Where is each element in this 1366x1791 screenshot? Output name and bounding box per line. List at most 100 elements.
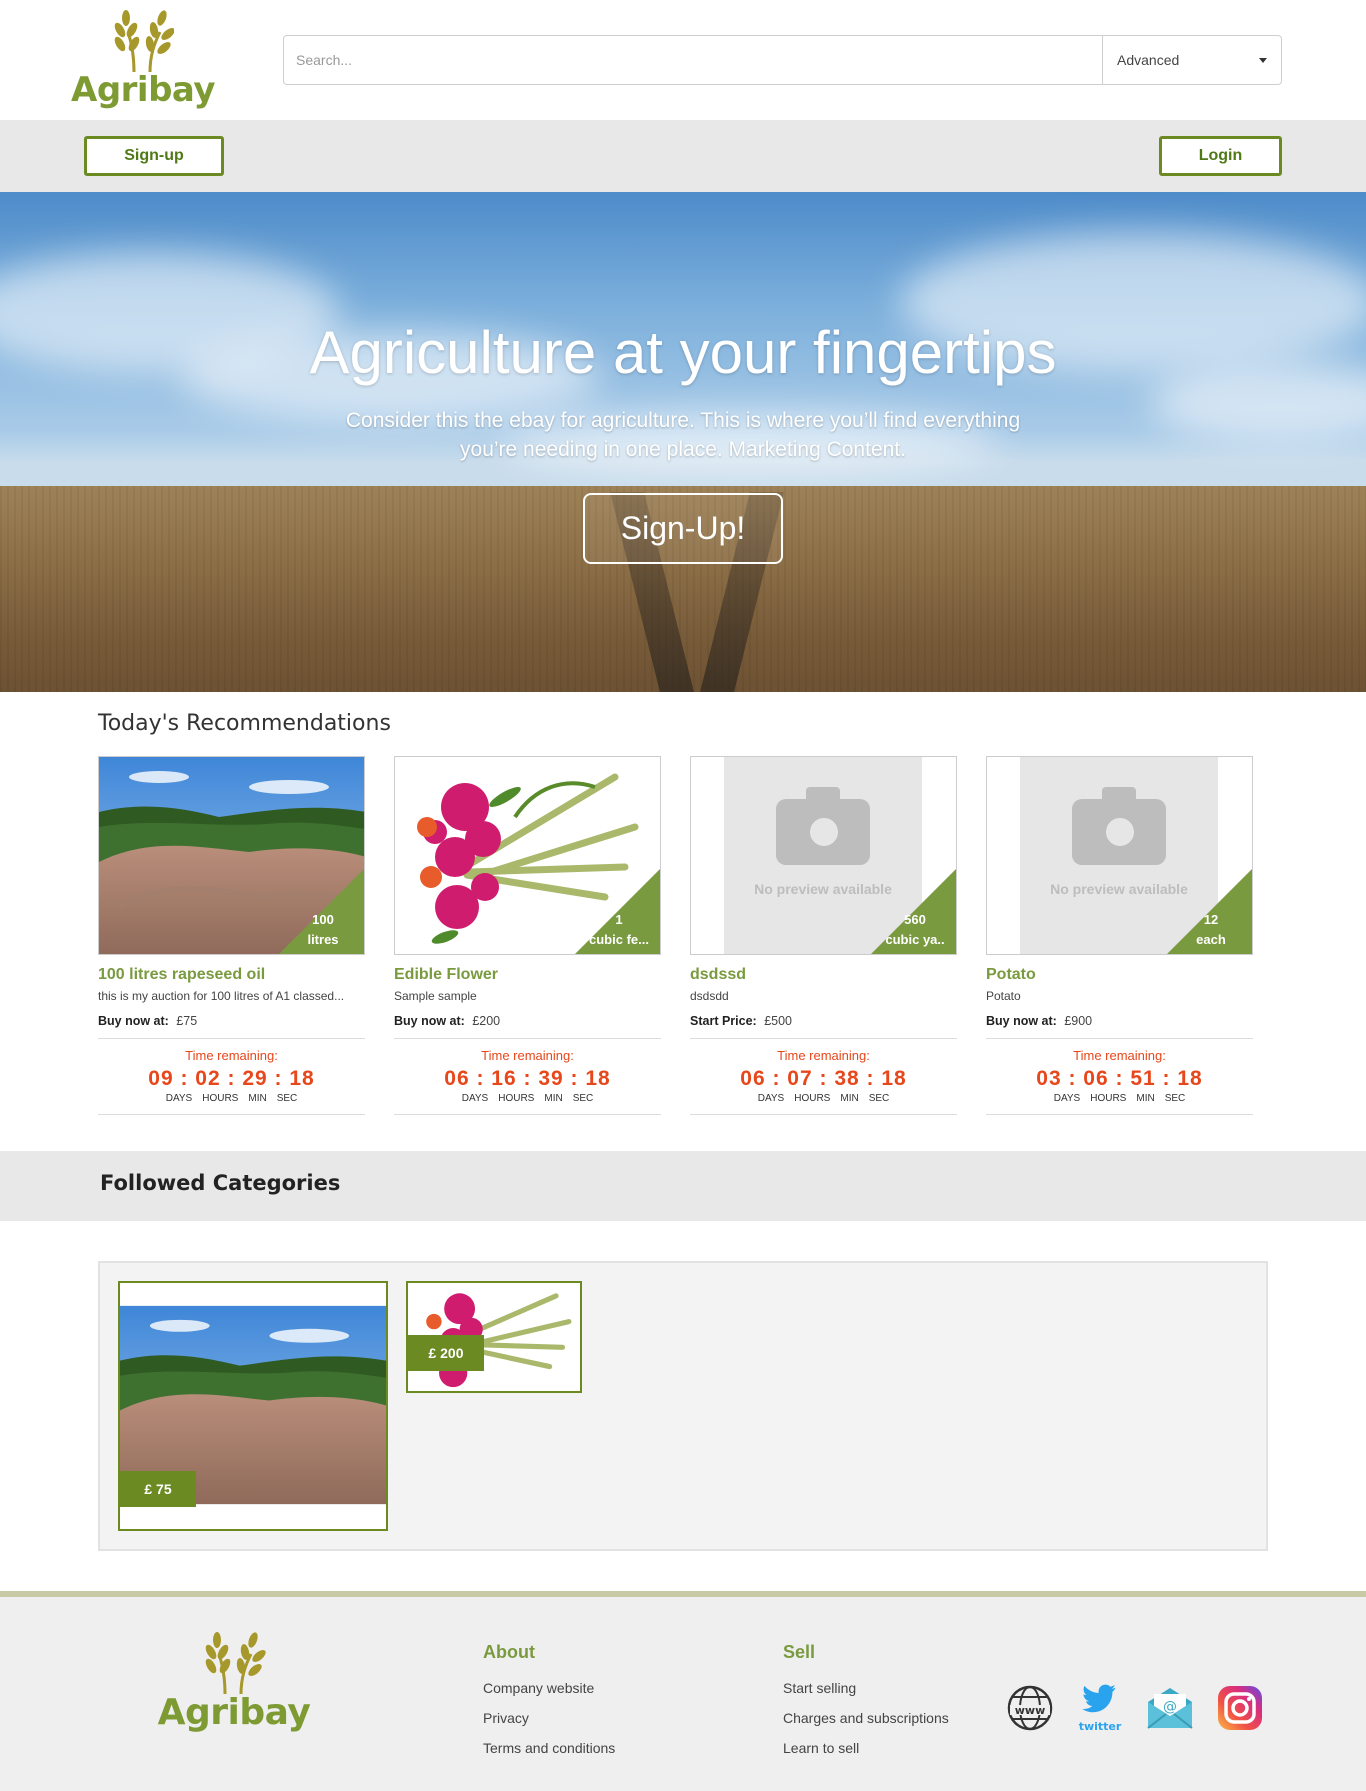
product-description: Sample sample <box>394 989 477 1003</box>
quantity-unit: cubic ya.. <box>885 932 945 947</box>
product-card: 1 cubic fe... Edible Flower Sample sampl… <box>394 756 661 1115</box>
product-image[interactable]: 100 litres <box>98 756 365 955</box>
min-unit: MIN <box>544 1093 563 1104</box>
time-remaining-label: Time remaining: <box>777 1048 870 1063</box>
signup-button[interactable]: Sign-up <box>84 136 224 176</box>
agribay-logo[interactable]: Agribay <box>158 1630 311 1733</box>
min-unit: MIN <box>840 1093 859 1104</box>
product-image[interactable]: No preview available 560 cubic ya.. <box>690 756 957 955</box>
sec-unit: SEC <box>1164 1093 1186 1104</box>
followed-categories-header: Followed Categories <box>0 1151 1366 1221</box>
sec-unit: SEC <box>572 1093 594 1104</box>
twitter-icon[interactable]: twitter <box>1076 1684 1124 1732</box>
countdown-values: 03 : 06 : 51 : 18 <box>1036 1067 1203 1090</box>
header: Agribay Advanced <box>0 0 1366 120</box>
footer-link-learn-to-sell[interactable]: Learn to sell <box>783 1733 949 1763</box>
caret-down-icon <box>1259 57 1267 63</box>
price-label: Start Price: <box>690 1014 757 1028</box>
hero-title: Agriculture at your fingertips <box>309 319 1057 386</box>
advanced-dropdown-label: Advanced <box>1117 52 1180 68</box>
price-label: Buy now at: <box>986 1014 1057 1028</box>
advanced-search-dropdown[interactable]: Advanced <box>1102 36 1281 84</box>
followed-categories-title: Followed Categories <box>100 1171 341 1195</box>
days-unit: DAYS <box>1053 1093 1081 1104</box>
wheat-icon <box>114 10 174 73</box>
quantity-value: 560 <box>904 912 926 927</box>
quantity-unit: litres <box>307 932 339 947</box>
time-remaining-label: Time remaining: <box>1073 1048 1166 1063</box>
days-unit: DAYS <box>461 1093 489 1104</box>
days-unit: DAYS <box>757 1093 785 1104</box>
countdown-values: 06 : 16 : 39 : 18 <box>444 1067 611 1090</box>
price-tag: £ 75 <box>120 1471 196 1507</box>
product-name[interactable]: Potato <box>986 966 1253 984</box>
nav-bar: Sign-up Login <box>0 120 1366 192</box>
footer-link-start-selling[interactable]: Start selling <box>783 1673 949 1703</box>
quantity-value: 100 <box>312 912 334 927</box>
countdown-units: DAYS HOURS MIN SEC <box>986 1093 1253 1104</box>
price-label: Buy now at: <box>394 1014 465 1028</box>
sec-unit: SEC <box>276 1093 298 1104</box>
hours-unit: HOURS <box>498 1093 535 1104</box>
countdown-values: 09 : 02 : 29 : 18 <box>148 1067 315 1090</box>
countdown-timer: Time remaining: 09 : 02 : 29 : 18 DAYS HO… <box>98 1039 365 1115</box>
camera-icon <box>776 787 870 865</box>
recommendations-title: Today's Recommendations <box>98 711 391 736</box>
brand-name: Agribay <box>71 70 215 110</box>
product-name[interactable]: dsdssd <box>690 966 957 984</box>
countdown-timer: Time remaining: 06 : 07 : 38 : 18 DAYS HO… <box>690 1039 957 1115</box>
min-unit: MIN <box>248 1093 267 1104</box>
agribay-logo[interactable]: Agribay <box>71 8 215 110</box>
hero-signup-button[interactable]: Sign-Up! <box>583 493 783 564</box>
wheat-icon <box>205 1632 266 1695</box>
footer-link-company-website[interactable]: Company website <box>483 1673 615 1703</box>
product-description: dsdsdd <box>690 989 729 1003</box>
hours-unit: HOURS <box>202 1093 239 1104</box>
svg-text:twitter: twitter <box>1079 1720 1122 1732</box>
footer-link-privacy[interactable]: Privacy <box>483 1703 615 1733</box>
product-price: Buy now at: £75 <box>98 1014 365 1039</box>
countdown-units: DAYS HOURS MIN SEC <box>690 1093 957 1104</box>
login-button[interactable]: Login <box>1159 136 1282 176</box>
instagram-icon[interactable] <box>1216 1684 1264 1732</box>
hours-unit: HOURS <box>794 1093 831 1104</box>
email-icon[interactable]: @ <box>1146 1684 1194 1732</box>
product-description: this is my auction for 100 litres of A1 … <box>98 989 345 1003</box>
search-input[interactable] <box>284 36 1102 84</box>
product-name[interactable]: 100 litres rapeseed oil <box>98 966 365 984</box>
min-unit: MIN <box>1136 1093 1155 1104</box>
price-value: £500 <box>764 1014 792 1028</box>
svg-text:@: @ <box>1163 1699 1177 1715</box>
product-image[interactable]: No preview available 12 each <box>986 756 1253 955</box>
product-name[interactable]: Edible Flower <box>394 966 661 984</box>
followed-item[interactable]: £ 75 <box>118 1281 388 1531</box>
sec-unit: SEC <box>868 1093 890 1104</box>
countdown-units: DAYS HOURS MIN SEC <box>394 1093 661 1104</box>
price-value: £900 <box>1064 1014 1093 1028</box>
quantity-unit: each <box>1196 932 1226 947</box>
hero-subtitle: Consider this the ebay for agriculture. … <box>345 409 1021 461</box>
footer-about-title: About <box>483 1642 535 1662</box>
time-remaining-label: Time remaining: <box>185 1048 278 1063</box>
quantity-unit: cubic fe... <box>589 932 649 947</box>
footer-link-terms[interactable]: Terms and conditions <box>483 1733 615 1763</box>
globe-icon[interactable]: www <box>1006 1684 1054 1732</box>
followed-item[interactable]: £ 200 <box>406 1281 582 1393</box>
countdown-timer: Time remaining: 06 : 16 : 39 : 18 DAYS HO… <box>394 1039 661 1115</box>
price-label: Buy now at: <box>98 1014 169 1028</box>
price-tag: £ 200 <box>408 1335 484 1371</box>
product-price: Buy now at: £200 <box>394 1014 661 1039</box>
footer-sell-title: Sell <box>783 1642 816 1662</box>
product-image[interactable]: 1 cubic fe... <box>394 756 661 955</box>
svg-text:www: www <box>1015 1704 1046 1717</box>
price-value: £75 <box>176 1014 198 1028</box>
hours-unit: HOURS <box>1090 1093 1127 1104</box>
countdown-units: DAYS HOURS MIN SEC <box>98 1093 365 1104</box>
countdown-timer: Time remaining: 03 : 06 : 51 : 18 DAYS HO… <box>986 1039 1253 1115</box>
product-price: Buy now at: £900 <box>986 1014 1253 1039</box>
product-price: Start Price: £500 <box>690 1014 957 1039</box>
time-remaining-label: Time remaining: <box>481 1048 574 1063</box>
footer-sell-column: Sell Start selling Charges and subscript… <box>783 1642 949 1763</box>
footer-link-charges[interactable]: Charges and subscriptions <box>783 1703 949 1733</box>
product-description: Potato <box>986 989 1021 1003</box>
